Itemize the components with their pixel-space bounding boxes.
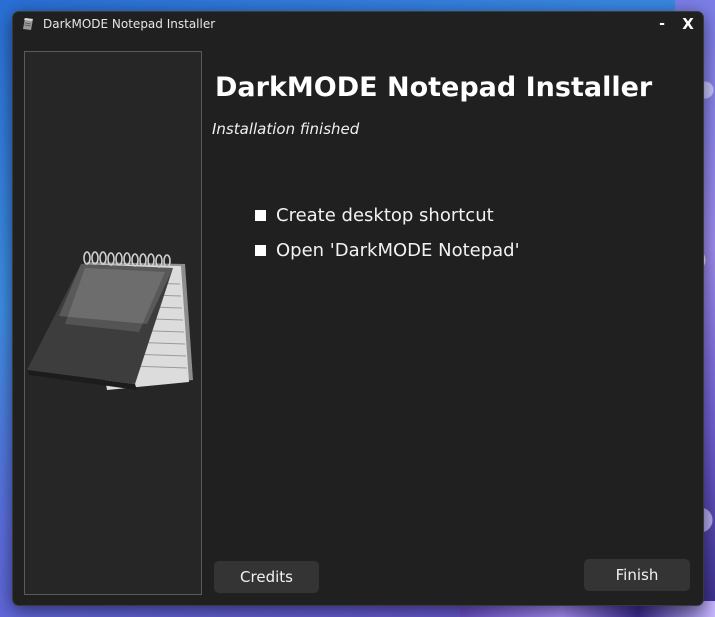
create-desktop-shortcut-option[interactable]: Create desktop shortcut: [255, 204, 494, 226]
side-panel: [24, 51, 202, 595]
close-button[interactable]: X: [677, 14, 699, 34]
create-desktop-shortcut-label: Create desktop shortcut: [276, 204, 494, 226]
notepad-illustration: [27, 251, 193, 390]
window-title: DarkMODE Notepad Installer: [43, 17, 216, 31]
finish-button[interactable]: Finish: [584, 559, 690, 591]
title-bar[interactable]: DarkMODE Notepad Installer - X: [13, 12, 703, 37]
open-notepad-checkbox[interactable]: [255, 244, 266, 256]
credits-button[interactable]: Credits: [214, 561, 319, 593]
create-desktop-shortcut-checkbox[interactable]: [255, 209, 266, 221]
minimize-button[interactable]: -: [651, 14, 673, 34]
installer-window: DarkMODE Notepad Installer - X DarkMODE …: [12, 11, 704, 606]
open-notepad-option[interactable]: Open 'DarkMODE Notepad': [255, 239, 520, 261]
page-subtitle: Installation finished: [212, 120, 360, 138]
notepad-icon: [23, 18, 33, 30]
open-notepad-label: Open 'DarkMODE Notepad': [276, 239, 520, 261]
page-title: DarkMODE Notepad Installer: [215, 72, 653, 103]
